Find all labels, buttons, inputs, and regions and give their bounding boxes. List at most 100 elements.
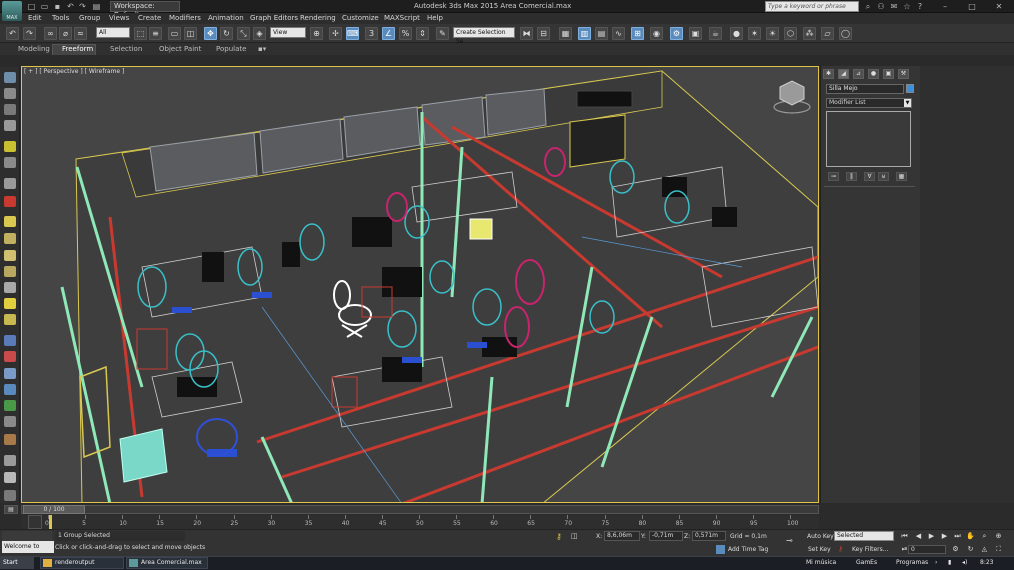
ribbon-options-icon[interactable]: ▪▾ [258, 45, 266, 53]
play-icon[interactable]: ▶ [927, 532, 936, 541]
key-mode-dropdown[interactable]: Selected [834, 531, 894, 541]
menu-modifiers[interactable]: Modifiers [169, 14, 201, 22]
volume-icon[interactable]: ◂) [962, 559, 967, 566]
undo-icon[interactable]: ↶ [6, 27, 19, 40]
time-slider-thumb[interactable]: 0 / 100 [23, 505, 85, 514]
workspace-dropdown[interactable]: Workspace: Default [110, 1, 180, 19]
ribbon-tab-populate[interactable]: Populate [216, 45, 246, 53]
terrain-icon[interactable] [4, 416, 16, 427]
orbit-icon[interactable]: ↻ [966, 545, 975, 554]
helpers-icon[interactable] [4, 178, 16, 189]
redo-icon[interactable]: ↷ [23, 27, 36, 40]
key-filter-icon[interactable]: ⚷ [838, 545, 843, 553]
auto-key-button[interactable]: Auto Key [807, 533, 834, 540]
display-tab-icon[interactable]: ▣ [883, 69, 894, 79]
subscription-icon[interactable]: ⚇ [876, 2, 886, 11]
menu-create[interactable]: Create [138, 14, 161, 22]
snap-icon[interactable] [4, 72, 16, 83]
current-frame-field[interactable]: 0 [908, 545, 946, 554]
render-production-icon[interactable]: ☕ [709, 27, 722, 40]
window-crossing-icon[interactable]: ◫ [184, 27, 197, 40]
tray-programas[interactable]: Programas [896, 559, 928, 566]
foliage-icon[interactable] [4, 400, 16, 411]
menu-customize[interactable]: Customize [342, 14, 379, 22]
close-icon[interactable]: ✕ [994, 2, 1004, 11]
vray-frame-buffer-icon[interactable]: ● [730, 27, 743, 40]
particle-icon[interactable] [4, 335, 16, 346]
tray-mi-musica[interactable]: Mi música [806, 559, 836, 566]
maximize-viewport-icon[interactable]: ⛶ [994, 545, 1003, 554]
toggle-ribbon-icon[interactable]: ▤ [595, 27, 608, 40]
set-key-button[interactable]: Set Key [808, 546, 831, 553]
vray-fur-icon[interactable]: ⁂ [803, 27, 816, 40]
maxscript-listener-field[interactable]: Welcome to [2, 541, 54, 553]
placement-icon[interactable]: ◈ [253, 27, 266, 40]
select-and-scale-icon[interactable]: ⤡ [237, 27, 250, 40]
display-icon[interactable] [4, 472, 16, 483]
time-slider[interactable] [21, 505, 819, 514]
edit-named-selections-icon[interactable]: ✎ [436, 27, 449, 40]
previous-frame-icon[interactable]: ◀ [914, 532, 923, 541]
layer-explorer-icon[interactable]: ▥ [578, 27, 591, 40]
menu-maxscript[interactable]: MAXScript [384, 14, 420, 22]
go-to-end-icon[interactable]: ⏭ [953, 532, 962, 541]
save-icon[interactable]: ▪ [53, 2, 62, 11]
menu-views[interactable]: Views [109, 14, 129, 22]
ribbon-tab-modeling[interactable]: Modeling [18, 45, 50, 53]
scene-explorer-icon[interactable]: ▦ [559, 27, 572, 40]
app-menu-button[interactable]: MAX [2, 1, 22, 21]
start-button[interactable]: Start [0, 557, 34, 569]
object-color-swatch[interactable] [906, 84, 914, 93]
z-coordinate-field[interactable]: 0,571m [692, 531, 726, 541]
remove-modifier-icon[interactable]: ⊍ [878, 172, 889, 181]
key-filters-button[interactable]: Key Filters... [852, 546, 889, 553]
select-manipulate-icon[interactable]: ✢ [329, 27, 342, 40]
minimize-icon[interactable]: – [940, 2, 950, 11]
mirror-tool-icon[interactable] [4, 88, 16, 99]
pivot-center-icon[interactable]: ⊕ [310, 27, 323, 40]
vray-sun-icon[interactable]: ☀ [766, 27, 779, 40]
spacewarps-icon[interactable] [4, 196, 16, 207]
ribbon-tab-selection[interactable]: Selection [110, 45, 142, 53]
render-setup-icon[interactable]: ⚙ [670, 27, 683, 40]
array-icon[interactable] [4, 104, 16, 115]
link-icon[interactable]: ∞ [44, 27, 57, 40]
redo-icon[interactable]: ↷ [78, 2, 87, 11]
zoom-icon[interactable]: ⌕ [980, 532, 989, 541]
project-folder-icon[interactable]: ▤ [92, 2, 101, 11]
box-icon[interactable] [4, 216, 16, 227]
mirror-icon[interactable]: ⧓ [520, 27, 533, 40]
rendered-frame-window-icon[interactable]: ▣ [689, 27, 702, 40]
communication-center-icon[interactable]: ✉ [889, 2, 899, 11]
select-and-move-icon[interactable]: ✥ [204, 27, 217, 40]
go-to-start-icon[interactable]: ⏮ [900, 532, 909, 541]
taskbar-item-renderoutput[interactable]: renderoutput [40, 557, 124, 569]
keyboard-shortcut-override-icon[interactable]: ⌨ [346, 27, 359, 40]
modify-tab-icon[interactable]: ◢ [838, 69, 849, 79]
select-by-name-icon[interactable]: ≡ [149, 27, 162, 40]
menu-tools[interactable]: Tools [52, 14, 69, 22]
next-frame-icon[interactable]: ▶ [940, 532, 949, 541]
selection-filter-dropdown[interactable]: All [96, 27, 130, 38]
light-icon[interactable] [4, 141, 16, 152]
cone-icon[interactable] [4, 282, 16, 293]
open-file-icon[interactable]: ▭ [40, 2, 49, 11]
make-unique-icon[interactable]: ∀ [864, 172, 875, 181]
select-object-icon[interactable]: ⬚ [134, 27, 147, 40]
viewport-label[interactable]: [ + ] [ Perspective ] [ Wireframe ] [24, 68, 124, 75]
hierarchy-tab-icon[interactable]: ⊿ [853, 69, 864, 79]
curve-editor-icon[interactable]: ∿ [612, 27, 625, 40]
tray-games[interactable]: GamEs [856, 559, 877, 566]
cylinder-icon[interactable] [4, 233, 16, 244]
angle-snap-icon[interactable]: ∠ [382, 27, 395, 40]
vray-sphere-icon[interactable]: ◯ [839, 27, 852, 40]
material-editor-icon[interactable]: ◉ [650, 27, 663, 40]
time-configuration-icon[interactable]: ⚙ [951, 545, 960, 554]
mini-curve-editor-icon[interactable]: ▤ [4, 505, 18, 514]
bind-space-warp-icon[interactable]: ≈ [74, 27, 87, 40]
snaps-toggle-icon[interactable]: 3 [365, 27, 378, 40]
menu-help[interactable]: Help [427, 14, 443, 22]
track-bar-config-icon[interactable] [28, 515, 42, 529]
motion-tab-icon[interactable]: ● [868, 69, 879, 79]
select-and-rotate-icon[interactable]: ↻ [220, 27, 233, 40]
